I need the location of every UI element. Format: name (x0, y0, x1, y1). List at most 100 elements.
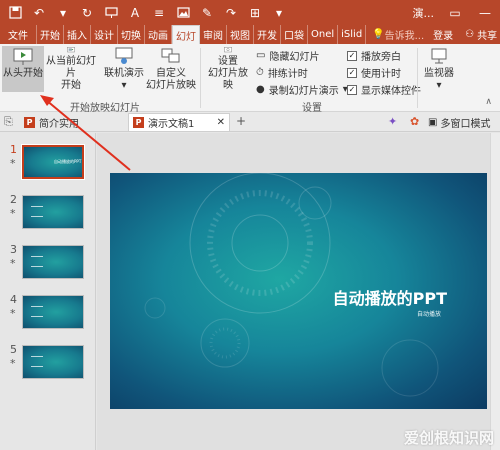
from-current-slide-button[interactable]: 从当前幻灯片 开始 (44, 46, 98, 92)
current-slide[interactable]: 自动播放的PPT 自动播放 (110, 173, 487, 409)
tab-file[interactable]: 文件 (0, 25, 37, 44)
thumbnail-line (31, 306, 43, 307)
setup-show-icon (224, 47, 232, 53)
tab-islide[interactable]: iSlid (338, 25, 367, 44)
play-narrations-checkbox[interactable]: ✓ 播放旁白 (347, 48, 401, 63)
slide-number: 5 (10, 343, 17, 356)
ribbon-tab-bar: 文件 开始 插入 设计 切换 动画 幻灯 审阅 视图 开发 口袋 Onel iS… (0, 25, 500, 44)
redo-icon[interactable]: ↻ (76, 2, 98, 24)
custom-slideshow-button[interactable]: 自定义 幻灯片放映 (146, 46, 196, 92)
online-present-icon (115, 47, 133, 64)
title-bar: ↶ ▾ ↻ A ≡ ✎ ↷ ⊞ ▾ 演... ▭ — (0, 0, 500, 25)
undo-icon[interactable]: ↶ (28, 2, 50, 24)
slide-number: 4 (10, 293, 17, 306)
ribbon-slideshow: 从头开始 从当前幻灯片 开始 联机演示 ▾ 自定义 幻灯片放映 开始放映幻灯片 (0, 44, 500, 114)
window-icon: ▣ (428, 117, 438, 128)
collapse-ribbon-icon[interactable]: ∧ (485, 97, 492, 107)
tab-insert[interactable]: 插入 (64, 25, 91, 44)
text-format-icon[interactable]: ≡ (148, 2, 170, 24)
animation-star-icon: * (10, 157, 16, 170)
table-icon[interactable]: ⊞ (244, 2, 266, 24)
dropdown-arrow-icon: ▾ (436, 80, 442, 91)
thumbnail-line (31, 216, 43, 217)
hide-slide-icon: ▭ (256, 50, 266, 61)
slide-number: 1 (10, 143, 17, 156)
tell-me-search[interactable]: 💡 告诉我... (366, 25, 427, 44)
slide-number: 3 (10, 243, 17, 256)
slide-thumbnail-1[interactable]: 自动播放的PPT (21, 144, 85, 180)
powerpoint-icon: P (133, 117, 144, 128)
thumbnail-line (31, 266, 43, 267)
tab-view[interactable]: 视图 (227, 25, 254, 44)
redo-icon-2[interactable]: ↷ (220, 2, 242, 24)
slide-thumbnail-5[interactable] (22, 345, 84, 379)
monitors-button[interactable]: 监视器 ▾ (421, 46, 457, 92)
tab-developer[interactable]: 开发 (254, 25, 281, 44)
new-tab-icon[interactable]: + (236, 114, 246, 128)
quick-access-toolbar: ↶ ▾ ↻ A ≡ ✎ ↷ ⊞ ▾ (0, 2, 290, 24)
tab-transitions[interactable]: 切换 (118, 25, 145, 44)
from-beginning-button[interactable]: 从头开始 (2, 46, 44, 92)
slide-number: 2 (10, 193, 17, 206)
thumbnail-line (31, 206, 43, 207)
animation-star-icon: * (10, 357, 16, 370)
close-icon[interactable]: ✕ (217, 117, 225, 128)
tab-review[interactable]: 审阅 (200, 25, 227, 44)
paint-icon[interactable]: ✎ (196, 2, 218, 24)
tab-animations[interactable]: 动画 (145, 25, 172, 44)
slide-title[interactable]: 自动播放的PPT (333, 285, 447, 309)
share-button[interactable]: ⚇ 共享 (459, 25, 500, 44)
present-online-button[interactable]: 联机演示 ▾ (104, 46, 144, 92)
font-icon[interactable]: A (124, 2, 146, 24)
slide-thumbnail-4[interactable] (22, 295, 84, 329)
group-divider (200, 48, 201, 108)
picture-icon[interactable] (172, 2, 194, 24)
document-tab-bar: ⎘ P 简介实用 P 演示文稿1 ✕ + ✦ ✿ ▣ 多窗口模式 (0, 112, 500, 132)
checkbox-checked-icon: ✓ (347, 50, 357, 61)
setup-slideshow-button[interactable]: 设置 幻灯片放映 (205, 46, 251, 92)
ribbon-display-icon[interactable]: ▭ (440, 0, 470, 25)
tab-design[interactable]: 设计 (91, 25, 118, 44)
save-icon[interactable] (4, 2, 26, 24)
animation-star-icon: * (10, 207, 16, 220)
tab-slideshow[interactable]: 幻灯 (172, 25, 200, 44)
thumbnail-line (31, 356, 43, 357)
slideshow-current-icon (67, 47, 75, 53)
record-slideshow-button[interactable]: ● 录制幻灯片演示 ▾ (256, 82, 348, 97)
use-timings-checkbox[interactable]: ✓ 使用计时 (347, 65, 401, 80)
document-tab-1[interactable]: P 简介实用 (20, 113, 120, 131)
thumbnail-line (31, 316, 43, 317)
slide-editor: 自动播放的PPT 自动播放 爱创根知识网 (97, 133, 500, 450)
tab-home[interactable]: 开始 (37, 25, 64, 44)
document-tab-2[interactable]: P 演示文稿1 ✕ (128, 113, 230, 131)
checkbox-checked-icon: ✓ (347, 67, 357, 78)
vertical-scrollbar[interactable] (490, 133, 500, 450)
slide-thumbnail-2[interactable] (22, 195, 84, 229)
animation-star-icon: * (10, 257, 16, 270)
login-button[interactable]: 登录 (427, 25, 459, 44)
pin-icon[interactable]: ✦ (388, 115, 397, 128)
multi-window-mode-button[interactable]: ▣ 多窗口模式 (428, 115, 490, 130)
slide-thumbnails-pane: 1 * 自动播放的PPT 2 * 3 * 4 * 5 * (0, 133, 96, 450)
show-media-controls-checkbox[interactable]: ✓ 显示媒体控件 (347, 82, 421, 97)
lightbulb-icon: 💡 (372, 29, 385, 40)
slide-subtitle[interactable]: 自动播放 (417, 309, 441, 318)
rehearse-timings-button[interactable]: ⏱ 排练计时 (256, 65, 308, 80)
animation-star-icon: * (10, 307, 16, 320)
present-icon[interactable] (100, 2, 122, 24)
tab-list-icon[interactable]: ⎘ (4, 115, 13, 129)
dropdown-arrow-icon: ▾ (121, 80, 127, 91)
thumbnail-line (31, 366, 43, 367)
dropdown-arrow-icon[interactable]: ▾ (52, 2, 74, 24)
minimize-icon[interactable]: — (470, 0, 500, 25)
tab-onekey[interactable]: Onel (308, 25, 339, 44)
custom-show-icon (161, 48, 180, 63)
customize-icon[interactable]: ▾ (268, 2, 290, 24)
settings-icon[interactable]: ✿ (410, 115, 419, 128)
slide-thumbnail-3[interactable] (22, 245, 84, 279)
checkbox-checked-icon: ✓ (347, 84, 357, 95)
hide-slide-button[interactable]: ▭ 隐藏幻灯片 (256, 48, 319, 63)
document-title: 演... (412, 6, 435, 20)
tab-pocket[interactable]: 口袋 (281, 25, 308, 44)
thumbnail-title: 自动播放的PPT (54, 159, 82, 164)
